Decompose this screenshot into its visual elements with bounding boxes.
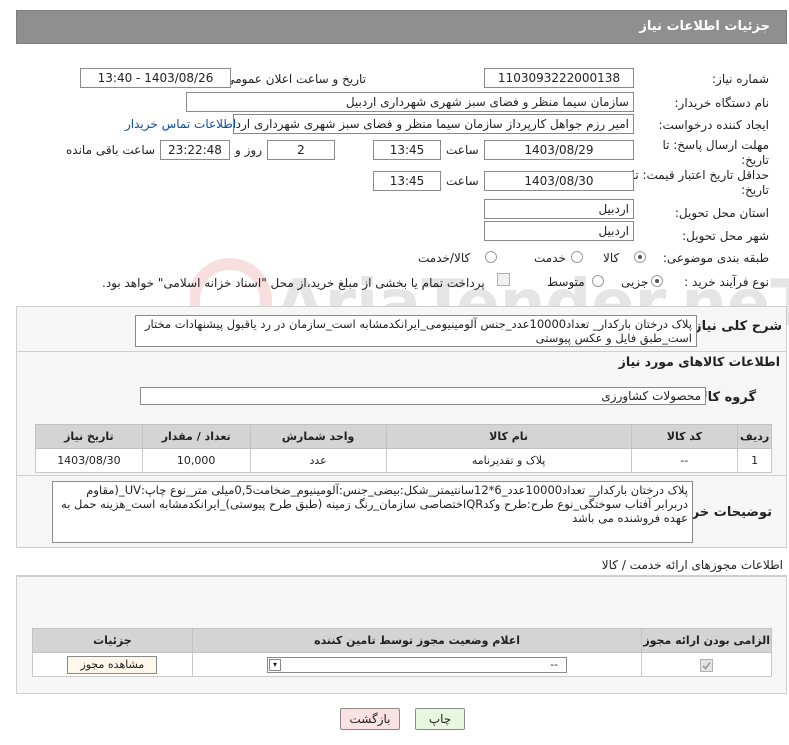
process-radio-medium[interactable] <box>592 275 604 287</box>
permit-status-select[interactable]: -- ▾ <box>267 656 568 673</box>
col-code: کد کالا <box>630 424 739 449</box>
cell-row: 1 <box>737 448 772 473</box>
remaining-time-field[interactable]: 23:22:48 <box>160 140 230 160</box>
permit-status-value: -- <box>550 657 559 671</box>
permits-title: اطلاعات مجوزهای ارائه خدمت / کالا <box>601 558 783 572</box>
permit-status-cell: -- ▾ <box>191 652 643 677</box>
category-radio-service[interactable] <box>571 251 583 263</box>
deadline-label: مهلت ارسال پاسخ: تا <box>662 138 769 152</box>
permit-required-cell <box>641 652 772 677</box>
cell-code: -- <box>630 448 739 473</box>
table-row[interactable]: 1 -- پلاک و تقدیرنامه عدد 10,000 1403/08… <box>35 448 772 473</box>
check-icon <box>702 661 711 670</box>
cell-date: 1403/08/30 <box>35 448 143 473</box>
col-date: تاریخ نیاز <box>35 424 143 449</box>
permit-required-checkbox <box>700 658 714 672</box>
remaining-label: ساعت باقی مانده <box>66 143 156 157</box>
category-label: طبقه بندی موضوعی: <box>662 251 769 265</box>
permits-title-bar: اطلاعات مجوزهای ارائه خدمت / کالا <box>16 556 787 576</box>
announce-label: تاریخ و ساعت اعلان عمومی: <box>221 72 366 86</box>
summary-textarea[interactable]: پلاک درختان بارکدار_ تعداد10000عدد_جنس آ… <box>135 315 697 347</box>
category-radio-goods[interactable] <box>634 251 646 263</box>
process-option-minor: جزیی <box>621 275 649 289</box>
back-button[interactable]: بازگشت <box>340 708 400 730</box>
category-option-goods: کالا <box>603 251 620 265</box>
table-row: -- ▾ مشاهده مجوز <box>32 652 772 677</box>
chevron-down-icon: ▾ <box>269 658 282 671</box>
print-button[interactable]: چاپ <box>415 708 465 730</box>
cell-unit: عدد <box>249 448 387 473</box>
need-number-label: شماره نیاز: <box>712 72 769 86</box>
days-label: روز و <box>235 143 262 157</box>
goods-section-title: اطلاعات کالاهای مورد نیاز <box>618 354 780 369</box>
city-label: شهر محل تحویل: <box>682 229 769 243</box>
category-option-service: خدمت <box>534 251 566 265</box>
col-unit: واحد شمارش <box>249 424 387 449</box>
buyer-org-label: نام دستگاه خریدار: <box>674 96 770 110</box>
cell-name: پلاک و تقدیرنامه <box>385 448 632 473</box>
validity-label: حداقل تاریخ اعتبار قیمت: تا <box>631 168 769 182</box>
buyer-notes-textarea[interactable]: پلاک درختان بارکدار_ تعداد10000عدد_6*12س… <box>52 481 693 543</box>
deadline-time-label: ساعت <box>446 143 479 157</box>
col-permit-details: جزئیات <box>32 628 193 653</box>
city-field[interactable]: اردبیل <box>484 221 634 241</box>
goods-group-field[interactable]: محصولات کشاورزی <box>140 387 706 405</box>
cell-qty: 10,000 <box>141 448 251 473</box>
col-permit-status: اعلام وضعیت مجوز توسط تامین کننده <box>191 628 643 653</box>
payment-checkbox[interactable] <box>497 273 510 286</box>
summary-panel: شرح کلی نیاز: پلاک درختان بارکدار_ تعداد… <box>16 306 787 352</box>
payment-note: پرداخت تمام یا بخشی از مبلغ خرید،از محل … <box>102 276 485 290</box>
deadline-time-field[interactable]: 13:45 <box>373 140 441 160</box>
deadline-date-field[interactable]: 1403/08/29 <box>484 140 634 160</box>
need-number-field[interactable]: 1103093222000138 <box>484 68 634 88</box>
view-permit-button[interactable]: مشاهده مجوز <box>67 655 158 674</box>
col-name: نام کالا <box>385 424 632 449</box>
category-radio-both[interactable] <box>485 251 497 263</box>
summary-label: شرح کلی نیاز: <box>688 319 782 334</box>
creator-field[interactable]: امیر رزم جواهل کارپرداز سازمان سیما منظر… <box>233 114 634 134</box>
process-radio-minor[interactable] <box>651 275 663 287</box>
validity-time-field[interactable]: 13:45 <box>373 171 441 191</box>
category-option-both: کالا/خدمت <box>418 251 471 265</box>
validity-time-label: ساعت <box>446 174 479 188</box>
permits-table: الزامی بودن ارائه مجوز اعلام وضعیت مجوز … <box>32 628 772 677</box>
buyer-notes-panel: توضیحات خریدار: پلاک درختان بارکدار_ تعد… <box>16 476 787 548</box>
process-label: نوع فرآیند خرید : <box>684 275 769 289</box>
validity-label-2: تاریخ: <box>741 183 769 197</box>
validity-date-field[interactable]: 1403/08/30 <box>484 171 634 191</box>
page-header: جزئیات اطلاعات نیاز <box>16 10 787 44</box>
goods-table: ردیف کد کالا نام کالا واحد شمارش تعداد /… <box>35 424 772 473</box>
page-title: جزئیات اطلاعات نیاز <box>639 19 770 34</box>
permit-details-cell: مشاهده مجوز <box>32 652 193 677</box>
buyer-org-field[interactable]: سازمان سیما منظر و فضای سبز شهری شهرداری… <box>186 92 634 112</box>
creator-label: ایجاد کننده درخواست: <box>658 118 769 132</box>
announce-field[interactable]: 1403/08/26 - 13:40 <box>80 68 231 88</box>
col-permit-required: الزامی بودن ارائه مجوز <box>641 628 772 653</box>
deadline-label-2: تاریخ: <box>741 153 769 167</box>
contact-buyer-link[interactable]: اطلاعات تماس خریدار <box>125 117 236 131</box>
goods-panel: اطلاعات کالاهای مورد نیاز گروه کالا: محص… <box>16 352 787 476</box>
province-label: استان محل تحویل: <box>674 206 769 220</box>
col-qty: تعداد / مقدار <box>141 424 251 449</box>
permits-panel: الزامی بودن ارائه مجوز اعلام وضعیت مجوز … <box>16 576 787 694</box>
province-field[interactable]: اردبیل <box>484 199 634 219</box>
col-row: ردیف <box>737 424 772 449</box>
days-field[interactable]: 2 <box>267 140 335 160</box>
process-option-medium: متوسط <box>547 275 585 289</box>
